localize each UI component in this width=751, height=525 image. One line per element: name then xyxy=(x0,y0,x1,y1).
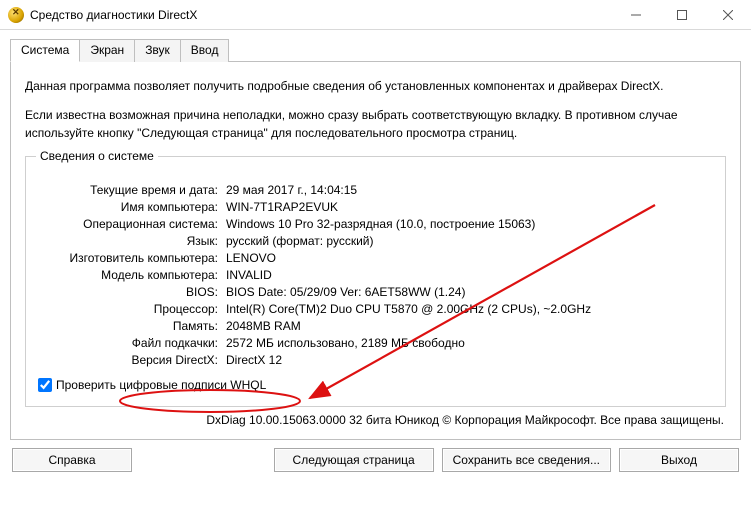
label: Имя компьютера: xyxy=(38,200,224,214)
row-memory: Память: 2048MB RAM xyxy=(38,317,713,334)
system-info-group: Сведения о системе Текущие время и дата:… xyxy=(25,156,726,407)
tab-sound[interactable]: Звук xyxy=(134,39,181,62)
copyright-text: DxDiag 10.00.15063.0000 32 бита Юникод ©… xyxy=(25,413,726,427)
exit-button[interactable]: Выход xyxy=(619,448,739,472)
value: 29 мая 2017 г., 14:04:15 xyxy=(224,183,713,197)
tab-panel-system: Данная программа позволяет получить подр… xyxy=(10,61,741,440)
value: LENOVO xyxy=(224,251,713,265)
maximize-button[interactable] xyxy=(659,0,705,30)
tab-strip: Система Экран Звук Ввод xyxy=(10,38,741,61)
title-bar: Средство диагностики DirectX xyxy=(0,0,751,30)
tab-label: Экран xyxy=(90,43,124,57)
btn-label: Выход xyxy=(661,453,697,467)
btn-label: Сохранить все сведения... xyxy=(453,453,600,467)
row-pagefile: Файл подкачки: 2572 МБ использовано, 218… xyxy=(38,334,713,351)
row-cpu: Процессор: Intel(R) Core(TM)2 Duo CPU T5… xyxy=(38,300,713,317)
tab-input[interactable]: Ввод xyxy=(180,39,230,62)
label: Память: xyxy=(38,319,224,333)
save-all-button[interactable]: Сохранить все сведения... xyxy=(442,448,611,472)
groupbox-legend: Сведения о системе xyxy=(36,149,158,163)
label: Язык: xyxy=(38,234,224,248)
minimize-button[interactable] xyxy=(613,0,659,30)
intro-text: Данная программа позволяет получить подр… xyxy=(25,78,726,142)
whql-checkbox-row[interactable]: Проверить цифровые подписи WHQL xyxy=(38,378,713,392)
content-area: Система Экран Звук Ввод Данная программа… xyxy=(0,30,751,482)
dxdiag-icon xyxy=(8,7,24,23)
label: BIOS: xyxy=(38,285,224,299)
tab-label: Ввод xyxy=(191,43,219,57)
value: Windows 10 Pro 32-разрядная (10.0, постр… xyxy=(224,217,713,231)
label: Процессор: xyxy=(38,302,224,316)
value: BIOS Date: 05/29/09 Ver: 6AET58WW (1.24) xyxy=(224,285,713,299)
value: Intel(R) Core(TM)2 Duo CPU T5870 @ 2.00G… xyxy=(224,302,713,316)
row-datetime: Текущие время и дата: 29 мая 2017 г., 14… xyxy=(38,181,713,198)
close-button[interactable] xyxy=(705,0,751,30)
next-page-button[interactable]: Следующая страница xyxy=(274,448,434,472)
value: DirectX 12 xyxy=(224,353,713,367)
intro-line: Данная программа позволяет получить подр… xyxy=(25,78,726,95)
intro-line: Если известна возможная причина неполадк… xyxy=(25,107,726,142)
row-os: Операционная система: Windows 10 Pro 32-… xyxy=(38,215,713,232)
label: Версия DirectX: xyxy=(38,353,224,367)
btn-label: Справка xyxy=(48,453,95,467)
value: 2048MB RAM xyxy=(224,319,713,333)
button-row: Справка Следующая страница Сохранить все… xyxy=(10,448,741,472)
tab-label: Система xyxy=(21,43,69,57)
label: Текущие время и дата: xyxy=(38,183,224,197)
window-title: Средство диагностики DirectX xyxy=(30,8,197,22)
label: Операционная система: xyxy=(38,217,224,231)
row-model: Модель компьютера: INVALID xyxy=(38,266,713,283)
system-info-rows: Текущие время и дата: 29 мая 2017 г., 14… xyxy=(38,181,713,368)
row-computer-name: Имя компьютера: WIN-7T1RAP2EVUK xyxy=(38,198,713,215)
whql-checkbox[interactable] xyxy=(38,378,52,392)
label: Файл подкачки: xyxy=(38,336,224,350)
row-directx-version: Версия DirectX: DirectX 12 xyxy=(38,351,713,368)
window-controls xyxy=(613,0,751,30)
label: Модель компьютера: xyxy=(38,268,224,282)
tab-display[interactable]: Экран xyxy=(79,39,135,62)
btn-label: Следующая страница xyxy=(293,453,415,467)
tab-system[interactable]: Система xyxy=(10,39,80,62)
value: русский (формат: русский) xyxy=(224,234,713,248)
tab-label: Звук xyxy=(145,43,170,57)
row-language: Язык: русский (формат: русский) xyxy=(38,232,713,249)
help-button[interactable]: Справка xyxy=(12,448,132,472)
whql-label: Проверить цифровые подписи WHQL xyxy=(56,378,266,392)
label: Изготовитель компьютера: xyxy=(38,251,224,265)
value: 2572 МБ использовано, 2189 МБ свободно xyxy=(224,336,713,350)
value: WIN-7T1RAP2EVUK xyxy=(224,200,713,214)
value: INVALID xyxy=(224,268,713,282)
row-bios: BIOS: BIOS Date: 05/29/09 Ver: 6AET58WW … xyxy=(38,283,713,300)
row-manufacturer: Изготовитель компьютера: LENOVO xyxy=(38,249,713,266)
